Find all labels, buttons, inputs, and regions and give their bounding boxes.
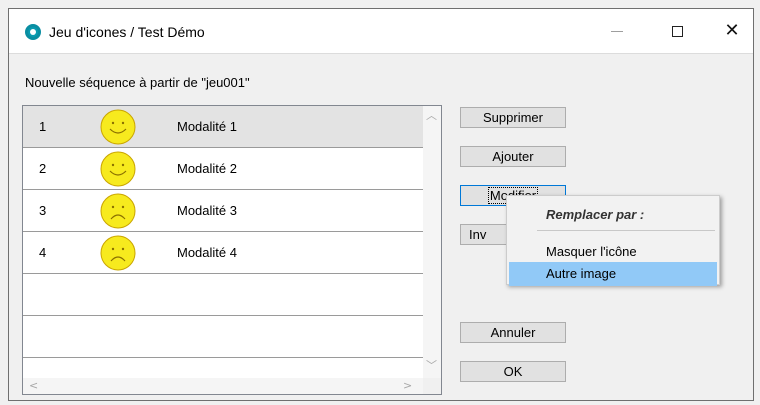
sequence-subtitle: Nouvelle séquence à partir de "jeu001"	[25, 75, 250, 90]
row-number: 4	[39, 245, 47, 260]
sad-smiley-icon	[100, 235, 136, 271]
app-logo-icon	[25, 24, 41, 40]
cancel-button[interactable]: Annuler	[460, 322, 566, 343]
empty-list-item[interactable]	[23, 274, 423, 316]
minimize-button[interactable]	[594, 9, 640, 53]
list-item[interactable]: 3 Modalité 3	[23, 190, 423, 232]
row-label: Modalité 2	[177, 161, 237, 176]
list-item[interactable]: 1 Modalité 1	[23, 106, 423, 148]
context-menu-header: Remplacer par :	[546, 207, 645, 222]
menu-separator	[537, 230, 715, 231]
vertical-scrollbar[interactable]: ︿ ﹀	[423, 106, 441, 378]
row-label: Modalité 4	[177, 245, 237, 260]
menu-item-hide-icon[interactable]: Masquer l'icône	[509, 240, 717, 264]
empty-list-item[interactable]	[23, 316, 423, 358]
scroll-up-icon[interactable]: ︿	[426, 110, 437, 121]
list-item[interactable]: 4 Modalité 4	[23, 232, 423, 274]
row-number: 2	[39, 161, 47, 176]
horizontal-scrollbar[interactable]: < >	[23, 378, 423, 394]
row-number: 3	[39, 203, 47, 218]
row-label: Modalité 1	[177, 119, 237, 134]
minimize-icon	[611, 30, 623, 32]
row-label: Modalité 3	[177, 203, 237, 218]
scroll-down-icon[interactable]: ﹀	[426, 360, 437, 371]
happy-smiley-icon	[100, 109, 136, 145]
row-number: 1	[39, 119, 47, 134]
sad-smiley-icon	[100, 193, 136, 229]
menu-item-other-image[interactable]: Autre image	[509, 262, 717, 286]
close-button[interactable]: ✕	[709, 9, 755, 53]
maximize-icon	[671, 25, 683, 37]
scrollbar-corner	[423, 378, 441, 394]
list-item[interactable]: 2 Modalité 2	[23, 148, 423, 190]
title-bar[interactable]: Jeu d'icones / Test Démo ✕	[9, 9, 753, 54]
maximize-button[interactable]	[654, 9, 700, 53]
modality-list[interactable]: 1 Modalité 1 2 Modalité 2 3 Modalité 3 4…	[22, 105, 442, 395]
close-icon: ✕	[724, 20, 740, 41]
happy-smiley-icon	[100, 151, 136, 187]
scroll-right-icon[interactable]: >	[403, 380, 412, 391]
scroll-left-icon[interactable]: <	[29, 380, 38, 391]
delete-button[interactable]: Supprimer	[460, 107, 566, 128]
replace-context-menu: Remplacer par : Masquer l'icône Autre im…	[506, 195, 720, 286]
window-title: Jeu d'icones / Test Démo	[49, 24, 205, 40]
ok-button[interactable]: OK	[460, 361, 566, 382]
add-button[interactable]: Ajouter	[460, 146, 566, 167]
dialog-window: Jeu d'icones / Test Démo ✕ Nouvelle séqu…	[8, 8, 754, 401]
empty-list-item[interactable]	[23, 358, 423, 378]
